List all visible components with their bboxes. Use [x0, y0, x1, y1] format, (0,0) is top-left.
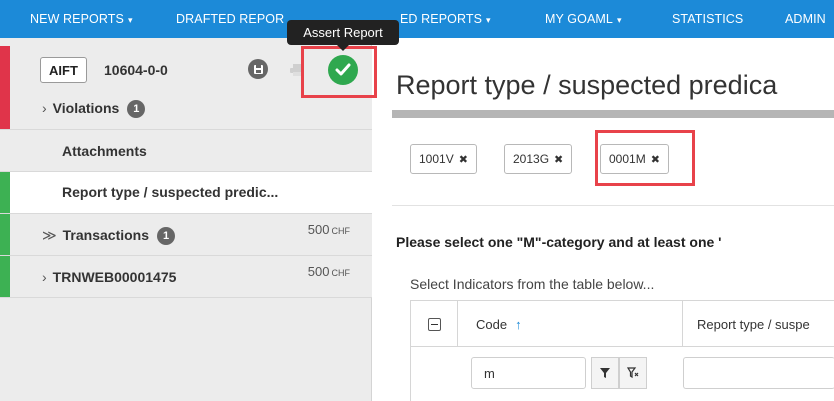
status-stripe-red [0, 88, 10, 129]
clear-filter-icon[interactable] [619, 357, 647, 389]
double-chevron-down-icon: ≫ [42, 227, 57, 243]
tag-highlight-box [595, 130, 695, 186]
collapse-icon[interactable] [427, 317, 441, 331]
status-stripe-green [0, 256, 10, 297]
sidebar-item-label: TRNWEB00001475 [52, 269, 177, 285]
remove-tag-icon[interactable]: ✖ [554, 153, 563, 166]
sidebar-item-label: Transactions [62, 227, 150, 243]
transaction-amount: 500 CHF [307, 222, 350, 237]
nav-new-reports[interactable]: NEW REPORTS ▾ [30, 12, 133, 26]
report-type-badge: AIFT [40, 57, 87, 83]
code-filter-input[interactable]: m [471, 357, 586, 389]
chevron-right-icon: › [42, 100, 47, 116]
table-header-row: Code ↑ Report type / suspe [411, 301, 834, 347]
sidebar-item-label: Violations [52, 100, 120, 116]
indicator-tag[interactable]: 1001V ✖ [410, 144, 477, 174]
instructions-text: Please select one "M"-category and at le… [396, 234, 722, 250]
chevron-right-icon: › [42, 269, 47, 285]
divider [392, 205, 834, 206]
status-stripe-red [0, 46, 10, 88]
sidebar-item-label: Attachments [62, 143, 147, 159]
remove-tag-icon[interactable]: ✖ [459, 153, 468, 166]
indicators-table: Code ↑ Report type / suspe m [410, 300, 834, 401]
report-id: 10604-0-0 [104, 62, 168, 78]
column-header-report-type[interactable]: Report type / suspe [683, 301, 834, 347]
nav-admin[interactable]: ADMIN [785, 12, 826, 26]
nav-my-goaml[interactable]: MY GOAML ▾ [545, 12, 622, 26]
table-filter-row: m [411, 347, 834, 401]
nav-submitted-reports[interactable]: ED REPORTS ▾ [400, 12, 491, 26]
filter-icon[interactable] [591, 357, 619, 389]
sidebar-item-attachments[interactable]: Attachments [0, 130, 372, 172]
status-stripe-green [0, 172, 10, 213]
count-badge: 1 [127, 100, 146, 118]
save-icon[interactable] [248, 59, 268, 79]
nav-drafted-reports[interactable]: DRAFTED REPOR [176, 12, 284, 26]
assert-report-tooltip: Assert Report [287, 20, 399, 45]
sidebar-item-trnweb[interactable]: › TRNWEB00001475 500 CHF [0, 256, 372, 298]
count-badge: 1 [157, 227, 176, 245]
report-type-filter-input[interactable] [683, 357, 834, 389]
top-navigation-bar: NEW REPORTS ▾ DRAFTED REPOR ED REPORTS ▾ M… [0, 0, 834, 38]
page-title: Report type / suspected predica [396, 70, 778, 100]
tooltip-arrow [337, 45, 349, 51]
sidebar-item-report-type[interactable]: Report type / suspected predic... [0, 172, 372, 214]
assert-highlight-box [301, 46, 377, 98]
indicator-tag[interactable]: 2013G ✖ [504, 144, 573, 174]
transaction-amount: 500 CHF [307, 264, 350, 279]
collapse-all-cell[interactable] [411, 301, 458, 347]
status-stripe-green [0, 214, 10, 255]
nav-statistics[interactable]: STATISTICS [672, 12, 743, 26]
sidebar-item-label: Report type / suspected predic... [62, 184, 279, 200]
sidebar-item-transactions[interactable]: ≫ Transactions 1 500 CHF [0, 214, 372, 256]
title-underline [392, 110, 834, 118]
sort-ascending-icon[interactable]: ↑ [515, 317, 522, 332]
table-hint: Select Indicators from the table below..… [410, 276, 655, 292]
column-header-code[interactable]: Code ↑ [458, 301, 683, 347]
